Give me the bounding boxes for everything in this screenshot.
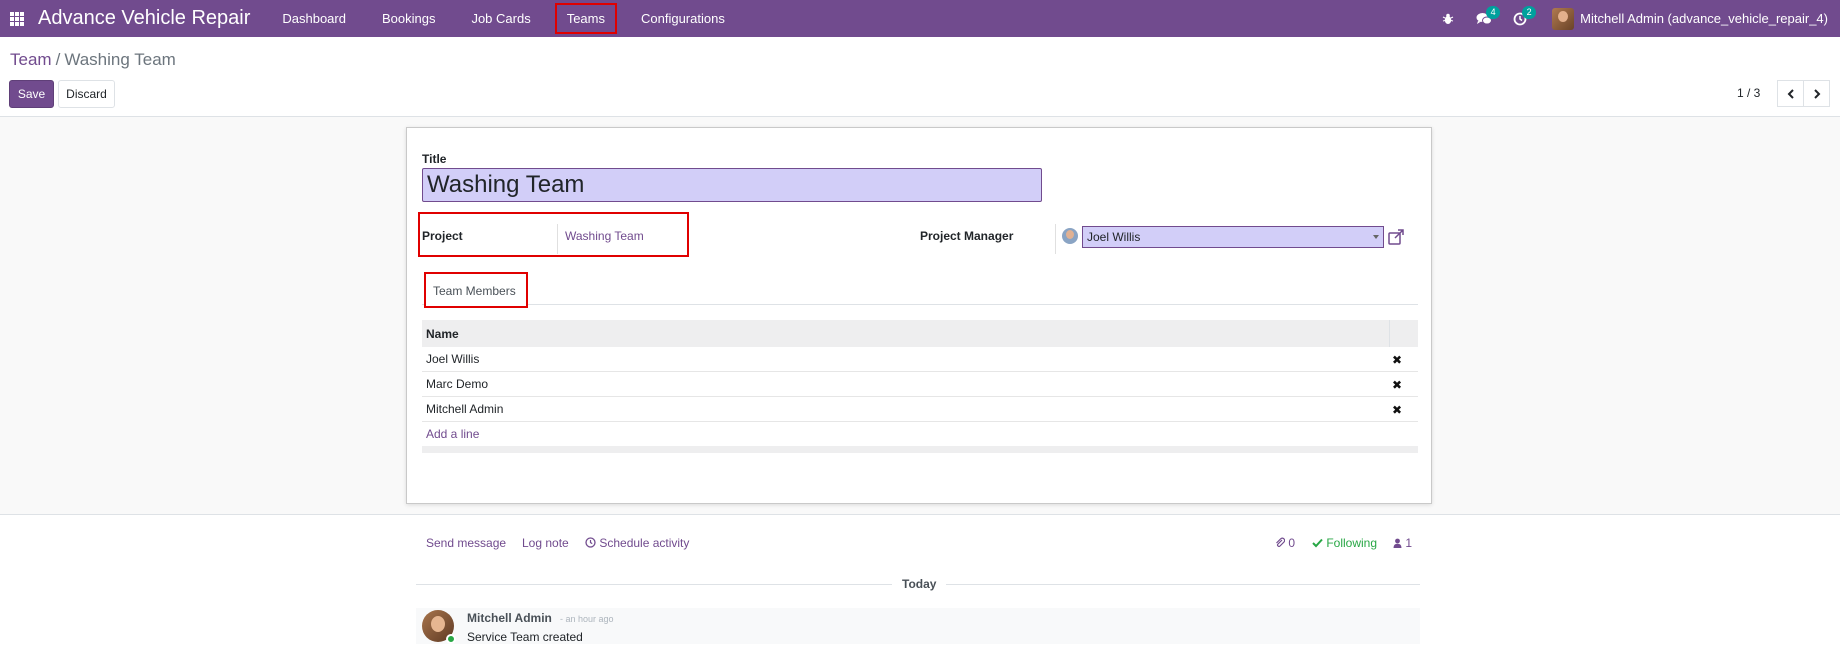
- user-menu[interactable]: Mitchell Admin (advance_vehicle_repair_4…: [1552, 7, 1828, 30]
- breadcrumb-current: Washing Team: [64, 50, 176, 69]
- breadcrumb-separator: /: [55, 50, 61, 69]
- send-message-button[interactable]: Send message: [426, 536, 506, 550]
- messages-count-badge: 4: [1486, 6, 1501, 19]
- message-timestamp: - an hour ago: [560, 614, 614, 624]
- project-divider: [557, 224, 558, 254]
- menu-teams[interactable]: Teams: [549, 0, 623, 37]
- team-members-table: Name Joel Willis ✖ Marc Demo ✖ Mitchell …: [422, 320, 1418, 453]
- top-navbar: Advance Vehicle Repair Dashboard Booking…: [0, 0, 1840, 37]
- table-row[interactable]: Joel Willis ✖: [422, 347, 1418, 372]
- project-link[interactable]: Washing Team: [565, 229, 644, 243]
- external-link-icon[interactable]: [1387, 228, 1405, 246]
- activities-count-badge: 2: [1522, 6, 1537, 19]
- following-label: Following: [1326, 536, 1378, 550]
- user-name: Mitchell Admin (advance_vehicle_repair_4…: [1580, 11, 1828, 26]
- control-panel: Team / Washing Team Save Discard 1 / 3: [0, 37, 1840, 117]
- pager-next-button[interactable]: [1803, 80, 1830, 107]
- user-avatar: [1552, 7, 1575, 30]
- menu-dashboard[interactable]: Dashboard: [264, 0, 364, 37]
- title-input[interactable]: Washing Team: [422, 168, 1042, 202]
- table-header: Name: [422, 320, 1418, 347]
- messages-icon[interactable]: 4: [1466, 0, 1502, 37]
- member-name[interactable]: Marc Demo: [422, 377, 488, 391]
- schedule-activity-button[interactable]: Schedule activity: [585, 536, 689, 550]
- table-row[interactable]: Mitchell Admin ✖: [422, 397, 1418, 422]
- form-sheet: Title Washing Team Project Washing Team …: [406, 127, 1432, 504]
- bug-icon[interactable]: [1430, 0, 1466, 37]
- clock-icon: [585, 537, 596, 548]
- following-button[interactable]: Following: [1312, 536, 1377, 550]
- app-brand[interactable]: Advance Vehicle Repair: [38, 7, 250, 30]
- chevron-left-icon: [1787, 88, 1794, 99]
- caret-down-icon[interactable]: [1373, 235, 1379, 239]
- table-row[interactable]: Marc Demo ✖: [422, 372, 1418, 397]
- table-footer: [422, 446, 1418, 453]
- message-body: Service Team created: [467, 630, 583, 644]
- chatter-topbar: Send message Log note Schedule activity …: [0, 530, 1840, 554]
- paperclip-icon: [1276, 537, 1286, 548]
- project-manager-label: Project Manager: [920, 229, 1014, 243]
- manager-avatar: [1062, 228, 1078, 244]
- delete-row-icon[interactable]: ✖: [1392, 403, 1402, 417]
- project-manager-select[interactable]: Joel Willis: [1082, 226, 1384, 248]
- check-icon: [1312, 538, 1323, 548]
- user-icon: [1393, 538, 1402, 548]
- title-label: Title: [422, 152, 447, 166]
- menu-bookings[interactable]: Bookings: [364, 0, 453, 37]
- column-name-header[interactable]: Name: [422, 327, 459, 341]
- pager-counter[interactable]: 1 / 3: [1737, 86, 1760, 100]
- add-line-link[interactable]: Add a line: [422, 422, 1418, 446]
- save-button[interactable]: Save: [9, 80, 54, 108]
- chevron-right-icon: [1813, 88, 1820, 99]
- menu-job-cards[interactable]: Job Cards: [453, 0, 548, 37]
- message-author[interactable]: Mitchell Admin: [467, 611, 552, 625]
- member-name[interactable]: Joel Willis: [422, 352, 479, 366]
- chatter-message: Mitchell Admin - an hour ago Service Tea…: [416, 608, 1420, 644]
- attachments-count: 0: [1288, 536, 1296, 550]
- apps-menu-icon[interactable]: [0, 0, 34, 37]
- breadcrumb: Team / Washing Team: [10, 50, 176, 70]
- pager-previous-button[interactable]: [1777, 80, 1804, 107]
- activities-clock-icon[interactable]: 2: [1502, 0, 1538, 37]
- member-name[interactable]: Mitchell Admin: [422, 402, 503, 416]
- tab-team-members-label[interactable]: Team Members: [433, 284, 516, 298]
- delete-row-icon[interactable]: ✖: [1392, 353, 1402, 367]
- log-note-button[interactable]: Log note: [522, 536, 569, 550]
- project-label: Project: [422, 229, 463, 243]
- menu-configurations[interactable]: Configurations: [623, 0, 743, 37]
- attachments-button[interactable]: 0: [1275, 536, 1295, 550]
- followers-count: 1: [1405, 536, 1413, 550]
- delete-row-icon[interactable]: ✖: [1392, 378, 1402, 392]
- project-manager-divider: [1055, 224, 1056, 254]
- project-manager-value: Joel Willis: [1087, 230, 1141, 244]
- online-status-icon: [446, 634, 456, 644]
- tab-bar: [422, 304, 1418, 305]
- discard-button[interactable]: Discard: [58, 80, 115, 108]
- date-separator-label: Today: [892, 577, 947, 591]
- breadcrumb-parent[interactable]: Team: [10, 50, 52, 69]
- schedule-activity-label: Schedule activity: [599, 536, 690, 550]
- main-menu: Dashboard Bookings Job Cards Teams Confi…: [264, 0, 742, 37]
- followers-button[interactable]: 1: [1393, 536, 1412, 550]
